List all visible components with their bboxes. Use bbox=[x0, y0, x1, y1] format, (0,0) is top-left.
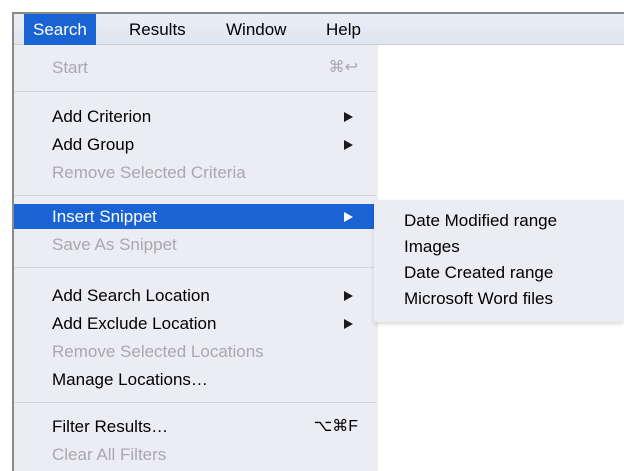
menu-item-label: Filter Results… bbox=[52, 417, 169, 436]
menu-item-add-group[interactable]: Add Group bbox=[14, 132, 376, 157]
submenu-arrow-icon bbox=[344, 291, 353, 301]
submenu-arrow-icon bbox=[344, 140, 353, 150]
menu-help[interactable]: Help bbox=[317, 14, 370, 45]
submenu-arrow-icon bbox=[344, 212, 353, 222]
menu-item-label: Clear All Filters bbox=[52, 445, 167, 464]
menu-item-add-exclude-location[interactable]: Add Exclude Location bbox=[14, 311, 376, 336]
menu-item-label: Manage Locations… bbox=[52, 370, 208, 389]
separator bbox=[14, 91, 376, 92]
menu-item-label: Add Group bbox=[52, 135, 135, 154]
submenu-item-label: Microsoft Word files bbox=[404, 289, 553, 308]
menu-item-insert-snippet[interactable]: Insert Snippet bbox=[14, 204, 376, 229]
submenu-item-images[interactable]: Images bbox=[374, 235, 624, 259]
submenu-item-date-created-range[interactable]: Date Created range bbox=[374, 261, 624, 285]
separator bbox=[14, 402, 376, 403]
menu-item-add-search-location[interactable]: Add Search Location bbox=[14, 283, 376, 308]
submenu-item-label: Date Created range bbox=[404, 263, 554, 282]
menu-item-label: Remove Selected Criteria bbox=[52, 163, 246, 182]
menu-item-save-as-snippet[interactable]: Save As Snippet bbox=[14, 232, 376, 257]
menu-item-label: Start bbox=[52, 58, 88, 77]
shortcut-start: ⌘↩ bbox=[328, 59, 358, 76]
menu-item-label: Add Exclude Location bbox=[52, 314, 217, 333]
menu-item-start[interactable]: Start ⌘↩ bbox=[14, 55, 376, 80]
insert-snippet-submenu: Date Modified range Images Date Created … bbox=[374, 200, 624, 322]
menu-bar: Search Results Window Help bbox=[14, 14, 624, 45]
submenu-item-microsoft-word-files[interactable]: Microsoft Word files bbox=[374, 287, 624, 311]
menu-item-manage-locations[interactable]: Manage Locations… bbox=[14, 367, 376, 392]
menu-item-label: Remove Selected Locations bbox=[52, 342, 264, 361]
shortcut-filter-results: ⌥⌘F bbox=[313, 418, 358, 435]
separator bbox=[14, 267, 376, 268]
menu-results[interactable]: Results bbox=[120, 14, 195, 45]
menu-item-add-criterion[interactable]: Add Criterion bbox=[14, 104, 376, 129]
submenu-item-date-modified-range[interactable]: Date Modified range bbox=[374, 209, 624, 233]
menu-search[interactable]: Search bbox=[24, 14, 96, 45]
submenu-item-label: Date Modified range bbox=[404, 211, 558, 230]
menu-item-clear-all-filters[interactable]: Clear All Filters bbox=[14, 442, 376, 467]
submenu-arrow-icon bbox=[344, 112, 353, 122]
submenu-arrow-icon bbox=[344, 319, 353, 329]
menu-item-filter-results[interactable]: Filter Results… ⌥⌘F bbox=[14, 414, 376, 439]
menu-item-label: Save As Snippet bbox=[52, 235, 177, 254]
separator bbox=[14, 195, 376, 196]
menu-item-remove-selected-criteria[interactable]: Remove Selected Criteria bbox=[14, 160, 376, 185]
menu-item-label: Add Criterion bbox=[52, 107, 152, 126]
menu-window[interactable]: Window bbox=[217, 14, 295, 45]
submenu-item-label: Images bbox=[404, 237, 460, 256]
menu-item-remove-selected-locations[interactable]: Remove Selected Locations bbox=[14, 339, 376, 364]
search-menu-dropdown: Start ⌘↩ Add Criterion Add Group Remove … bbox=[14, 45, 376, 471]
menu-item-label: Add Search Location bbox=[52, 286, 210, 305]
menu-item-label: Insert Snippet bbox=[52, 207, 157, 226]
